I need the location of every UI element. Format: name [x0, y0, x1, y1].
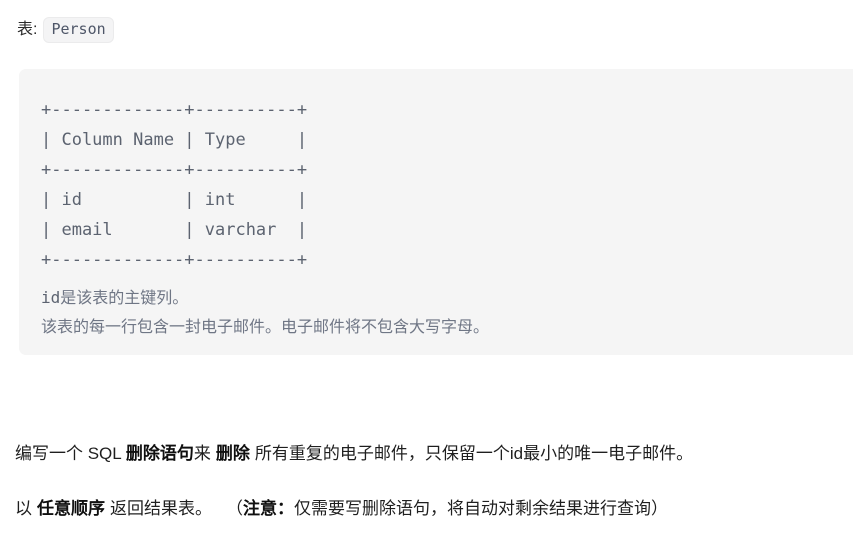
order-text-part-2: 返回结果表。 — [110, 499, 212, 518]
task-text-part-3: 所有重复的电子邮件，只保留一个id最小的唯一电子邮件。 — [254, 444, 694, 463]
order-text-part-1: 以 — [15, 499, 32, 518]
schema-code-block: +-------------+----------+ | Column Name… — [19, 69, 853, 355]
note-paren-open: （ — [226, 499, 243, 518]
order-bold-any-order: 任意顺序 — [37, 499, 105, 518]
ascii-row-id: | id | int | — [41, 190, 308, 210]
task-statement-paragraph: 编写一个 SQL 删除语句来 删除 所有重复的电子邮件，只保留一个id最小的唯一电子… — [15, 440, 693, 468]
primary-key-column-name: id — [41, 288, 61, 307]
schema-note-primary-key: id是该表的主键列。 — [41, 283, 853, 313]
note-bold-attention: 注意： — [243, 499, 294, 518]
table-title: 表: Person — [17, 17, 114, 43]
result-order-paragraph: 以任意顺序 返回结果表。 （注意：仅需要写删除语句，将自动对剩余结果进行查询） — [15, 495, 668, 523]
primary-key-note-text: 是该表的主键列。 — [60, 290, 189, 307]
task-text-part-2: 来 — [193, 444, 211, 463]
ascii-header-row: | Column Name | Type | — [41, 130, 308, 150]
table-name-badge: Person — [43, 17, 114, 43]
note-text-part-3: 仅需要写删除语句，将自动对剩余结果进行查询） — [294, 499, 668, 518]
table-title-label: 表: — [17, 21, 38, 38]
problem-description-page: 表: Person +-------------+----------+ | C… — [0, 0, 853, 537]
task-bold-delete-statement: 删除语句 — [125, 444, 194, 463]
ascii-separator-mid: +-------------+----------+ — [41, 160, 308, 180]
schema-notes: id是该表的主键列。 该表的每一行包含一封电子邮件。电子邮件将不包含大写字母。 — [41, 283, 853, 342]
task-bold-delete: 删除 — [215, 444, 250, 463]
ascii-schema-table: +-------------+----------+ | Column Name… — [41, 95, 853, 275]
task-text-part-1: 编写一个 SQL — [15, 444, 126, 463]
ascii-separator-top: +-------------+----------+ — [41, 100, 308, 120]
ascii-row-email: | email | varchar | — [41, 220, 308, 240]
schema-note-rows: 该表的每一行包含一封电子邮件。电子邮件将不包含大写字母。 — [41, 319, 490, 336]
ascii-separator-bottom: +-------------+----------+ — [41, 250, 308, 270]
